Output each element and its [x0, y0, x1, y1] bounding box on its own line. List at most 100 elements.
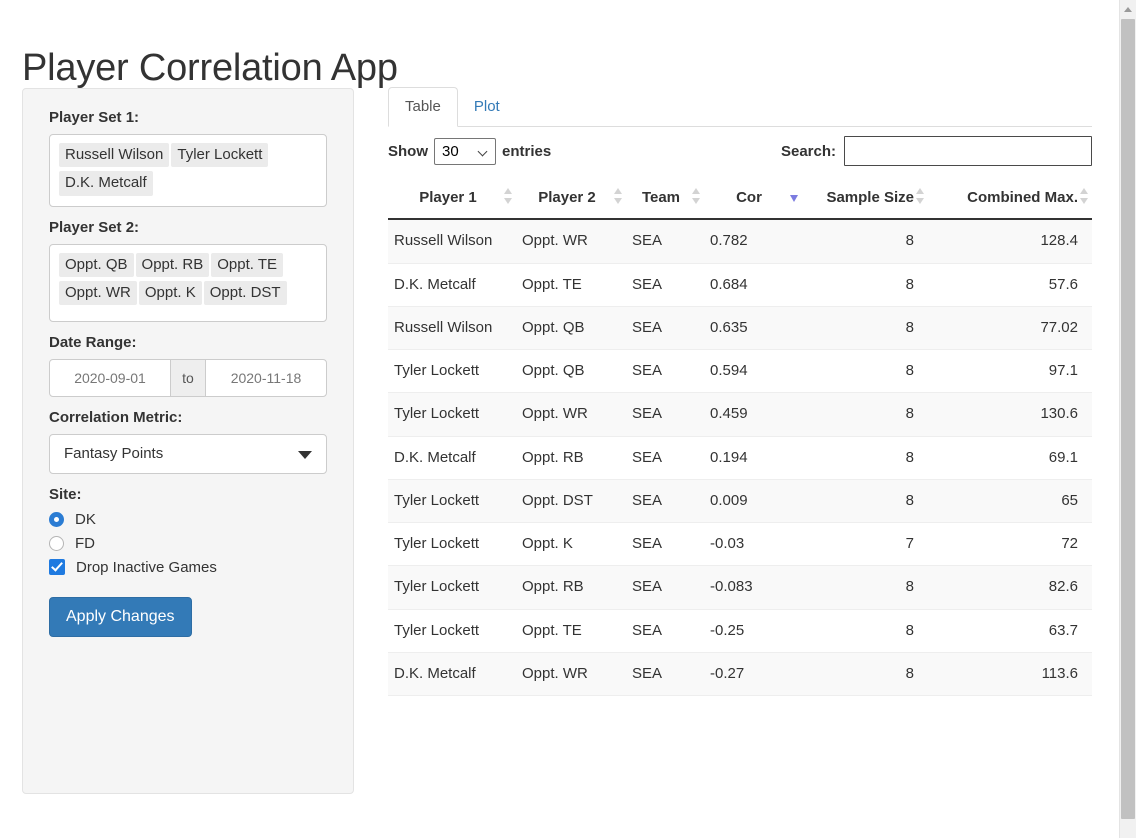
player-set-2-input[interactable]: Oppt. QB Oppt. RB Oppt. TE Oppt. WR Oppt. KO…	[49, 243, 327, 322]
cell-team: SEA	[626, 392, 704, 437]
token-position[interactable]: Oppt. DST	[203, 280, 287, 305]
correlation-metric-select[interactable]: Fantasy Points	[49, 433, 327, 474]
sort-icon[interactable]	[614, 188, 623, 205]
column-header-player-2[interactable]: Player 2	[516, 178, 626, 221]
cell-sample-size: 8	[802, 436, 928, 480]
cell-player-2: Oppt. WR	[516, 219, 626, 264]
cell-cor: 0.594	[704, 349, 802, 394]
cell-player-1: Tyler Lockett	[388, 349, 516, 394]
cell-sample-size: 8	[802, 392, 928, 437]
page-title: Player Correlation App	[22, 47, 398, 90]
table-row: D.K. Metcalf Oppt. RB SEA 0.194 8 69.1	[388, 436, 1092, 480]
token-position[interactable]: Oppt. QB	[59, 252, 134, 277]
cell-team: SEA	[626, 522, 704, 567]
column-header-sample-size[interactable]: Sample Size	[802, 178, 928, 221]
token-player[interactable]: Russell Wilson	[59, 143, 170, 168]
controls-sidebar: Player Set 1: Russell Wilson Tyler Locket…	[22, 88, 354, 794]
cell-sample-size: 8	[802, 306, 928, 351]
cell-player-2: Oppt. DST	[516, 479, 626, 524]
cell-player-2: Oppt. QB	[516, 349, 626, 394]
token-position[interactable]: Oppt. K	[138, 280, 202, 305]
column-header-cor[interactable]: Cor	[704, 178, 802, 221]
cell-cor: 0.009	[704, 479, 802, 524]
table-body: Russell Wilson Oppt. WR SEA 0.782 8 128.4 D.K.…	[388, 219, 1092, 697]
player-set-1-input[interactable]: Russell Wilson Tyler Lockett D.K. Metcalf	[49, 134, 327, 207]
token-position[interactable]: Oppt. TE	[211, 252, 283, 277]
cell-player-2: Oppt. WR	[516, 652, 626, 697]
column-label: Team	[641, 189, 681, 206]
drop-inactive-games-checkbox[interactable]: Drop Inactive Games	[49, 559, 327, 576]
cell-sample-size: 8	[802, 565, 928, 610]
cell-sample-size: 8	[802, 479, 928, 524]
sort-icon[interactable]	[916, 188, 925, 205]
site-option-label: DK	[75, 510, 96, 528]
sort-icon[interactable]	[504, 188, 513, 205]
checkmark-icon	[49, 559, 65, 575]
radio-unselected-icon	[49, 535, 64, 551]
table-row: Tyler Lockett Oppt. TE SEA -0.25 8 63.7	[388, 609, 1092, 653]
date-range-label: Date Range:	[49, 333, 137, 351]
entries-label: entries	[502, 142, 552, 160]
correlation-metric-label: Correlation Metric:	[49, 408, 183, 426]
show-label: Show	[388, 142, 428, 160]
token-position[interactable]: Oppt. RB	[135, 252, 210, 277]
cell-player-1: Tyler Lockett	[388, 522, 516, 567]
scroll-up-arrow-icon[interactable]	[1120, 0, 1136, 18]
cell-player-2: Oppt. RB	[516, 565, 626, 610]
tab-table[interactable]: Table	[388, 87, 458, 127]
cell-cor: -0.27	[704, 652, 802, 697]
date-start-input[interactable]: 2020-09-01	[49, 358, 171, 397]
cell-player-1: Tyler Lockett	[388, 609, 516, 653]
table-row: Russell Wilson Oppt. QB SEA 0.635 8 77.02	[388, 306, 1092, 351]
token-position[interactable]: Oppt. WR	[59, 280, 137, 305]
player-set-1-label: Player Set 1:	[49, 109, 140, 126]
site-radio-dk[interactable]: DK	[49, 511, 327, 528]
cell-player-2: Oppt. TE	[516, 263, 626, 307]
cell-team: SEA	[626, 306, 704, 351]
cell-sample-size: 8	[802, 652, 928, 697]
column-label: Sample Size	[826, 189, 914, 206]
column-header-team[interactable]: Team	[626, 178, 704, 221]
token-player[interactable]: D.K. Metcalf	[59, 171, 153, 196]
show-entries-group: Show 30 entries	[388, 137, 552, 165]
table-row: Tyler Lockett Oppt. QB SEA 0.594 8 97.1	[388, 349, 1092, 394]
cell-cor: 0.194	[704, 436, 802, 480]
vertical-scrollbar[interactable]	[1119, 0, 1136, 838]
search-group: Search:	[781, 136, 1092, 166]
cell-player-2: Oppt. K	[516, 522, 626, 567]
column-label: Player 1	[419, 189, 477, 206]
date-end-input[interactable]: 2020-11-18	[205, 358, 327, 397]
cell-team: SEA	[626, 479, 704, 524]
apply-changes-button[interactable]: Apply Changes	[49, 596, 192, 637]
app-root: Player Correlation App Player Set 1: Rus…	[0, 0, 1136, 838]
cell-team: SEA	[626, 652, 704, 697]
column-header-combined-max[interactable]: Combined Max.	[928, 178, 1092, 221]
player-set-2-label: Player Set 2:	[49, 218, 140, 236]
scrollbar-thumb[interactable]	[1121, 19, 1135, 819]
cell-cor: 0.782	[704, 219, 802, 264]
entries-value: 30	[442, 142, 459, 160]
cell-combined-max: 113.6	[928, 652, 1092, 697]
cell-player-2: Oppt. RB	[516, 436, 626, 480]
entries-per-page-select[interactable]: 30	[434, 137, 496, 165]
sort-icon[interactable]	[692, 188, 701, 205]
table-controls: Show 30 entries Search:	[388, 134, 1092, 168]
token-player[interactable]: Tyler Lockett	[171, 143, 269, 168]
site-radio-fd[interactable]: FD	[49, 535, 327, 552]
cell-team: SEA	[626, 565, 704, 610]
date-range-group: 2020-09-01 to 2020-11-18	[49, 358, 327, 397]
correlation-table: Player 1 Player 2 Team Cor Sample Size C…	[388, 178, 1092, 697]
cell-player-1: D.K. Metcalf	[388, 436, 516, 480]
sort-icon[interactable]	[1080, 188, 1089, 205]
tab-plot[interactable]: Plot	[458, 88, 516, 126]
cell-player-1: D.K. Metcalf	[388, 263, 516, 307]
cell-combined-max: 72	[928, 522, 1092, 567]
cell-team: SEA	[626, 263, 704, 307]
search-input[interactable]	[844, 136, 1092, 166]
column-header-player-1[interactable]: Player 1	[388, 178, 516, 221]
tab-bar: Table Plot	[388, 85, 1092, 127]
cell-team: SEA	[626, 609, 704, 653]
cell-sample-size: 8	[802, 219, 928, 264]
cell-cor: 0.635	[704, 306, 802, 351]
sort-descending-icon[interactable]	[790, 194, 799, 203]
